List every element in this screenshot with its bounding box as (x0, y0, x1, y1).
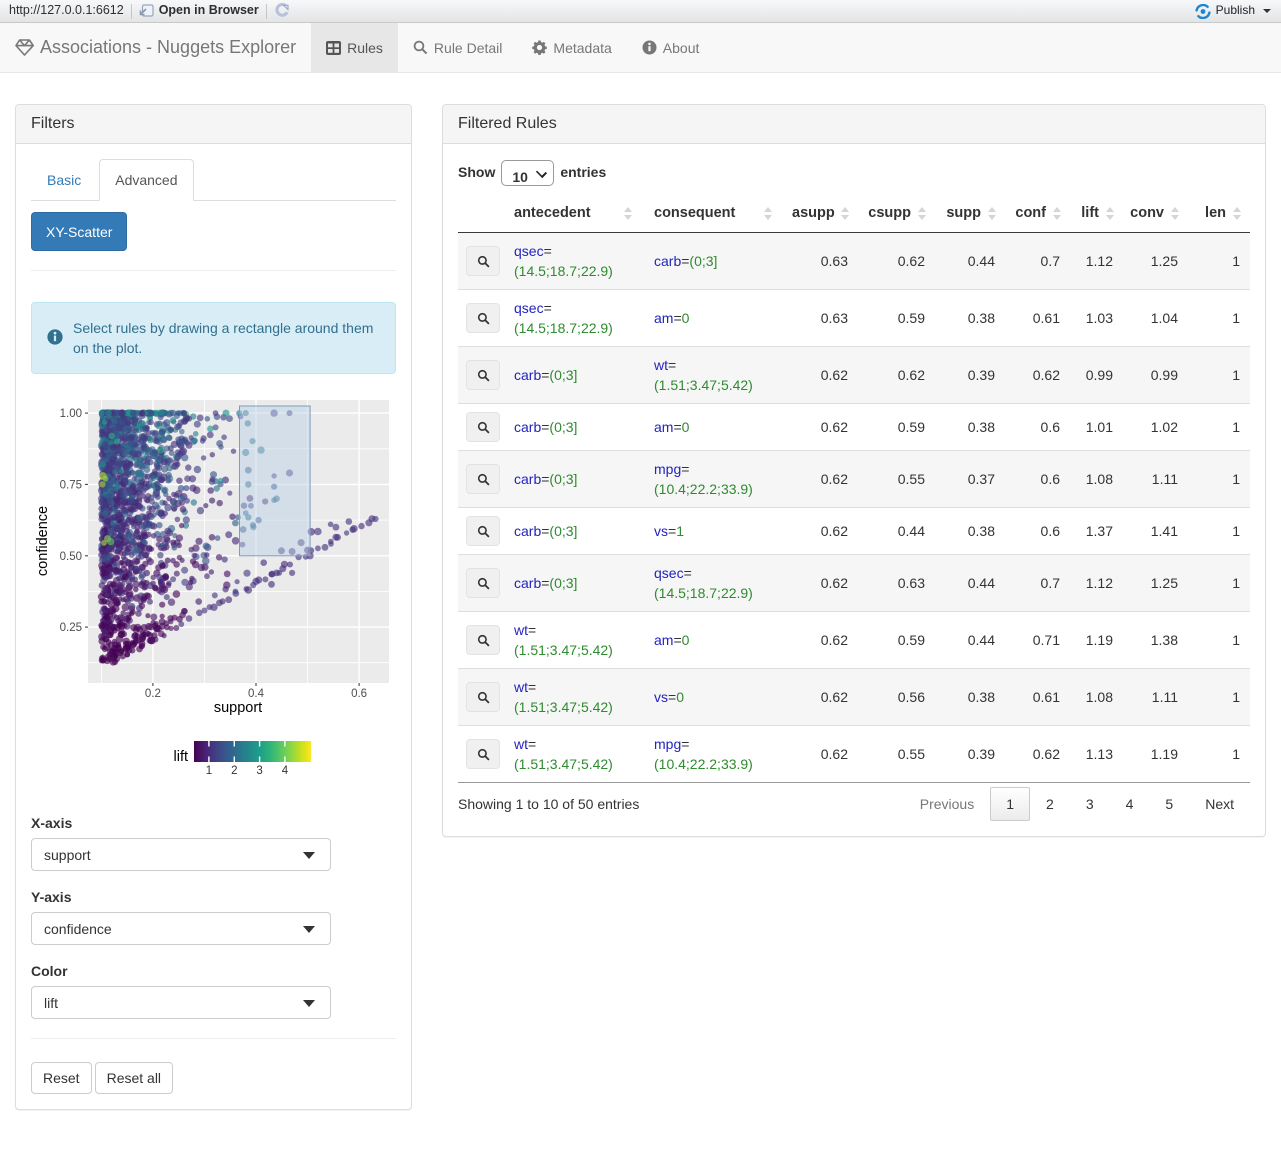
svg-text:4: 4 (282, 765, 289, 777)
svg-text:support: support (214, 700, 262, 716)
svg-text:0.6: 0.6 (351, 688, 367, 700)
svg-text:0.50: 0.50 (60, 551, 82, 563)
svg-text:0.75: 0.75 (60, 479, 82, 491)
svg-text:confidence: confidence (35, 506, 51, 576)
svg-text:0.25: 0.25 (60, 622, 82, 634)
svg-text:0.2: 0.2 (145, 688, 161, 700)
svg-text:3: 3 (256, 765, 262, 777)
svg-text:lift: lift (174, 749, 189, 765)
svg-text:1.00: 1.00 (60, 408, 82, 420)
svg-text:2: 2 (231, 765, 237, 777)
svg-text:1: 1 (206, 765, 212, 777)
svg-text:0.4: 0.4 (248, 688, 265, 700)
